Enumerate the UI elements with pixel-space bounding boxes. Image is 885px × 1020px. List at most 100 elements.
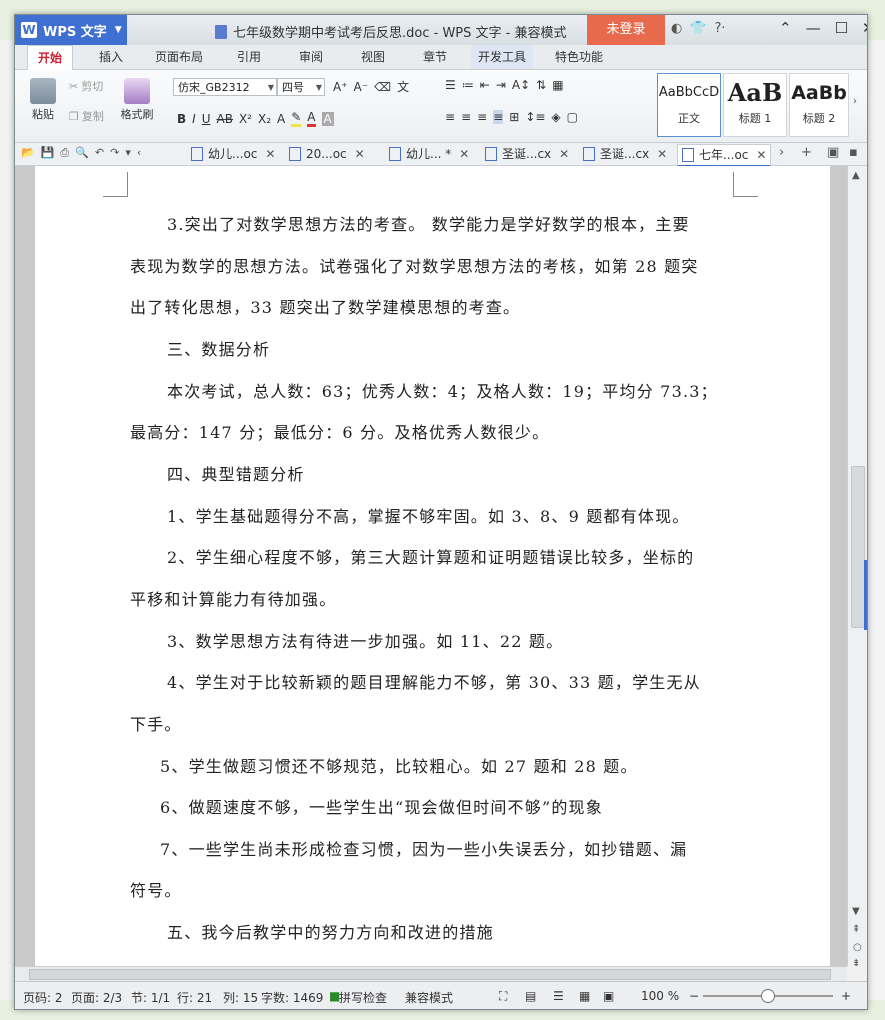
status-pages[interactable]: 页面: 2/3 (71, 989, 122, 1006)
close-button[interactable]: ✕ (862, 19, 867, 37)
text-effect-icon[interactable]: A (277, 112, 285, 126)
numbered-list-icon[interactable]: ≔ (462, 78, 474, 92)
border-icon[interactable]: ▢ (567, 110, 578, 124)
font-name-select[interactable]: 仿宋_GB2312 ▼ (173, 78, 277, 96)
sort-icon[interactable]: ⇅ (536, 78, 546, 92)
shading-icon[interactable]: ◈ (551, 110, 560, 124)
align-center-icon[interactable]: ≡ (461, 110, 471, 124)
doc-tab[interactable]: 圣诞...cx ✕ (583, 144, 667, 164)
cut-button[interactable]: ✂ 剪切 (69, 78, 103, 94)
status-column[interactable]: 列: 15 (223, 989, 258, 1006)
tab-review[interactable]: 审阅 (291, 45, 331, 69)
status-section[interactable]: 节: 1/1 (131, 989, 170, 1006)
doc-tab[interactable]: 圣诞...cx ✕ (485, 144, 569, 164)
tab-menu-icon[interactable]: ▪ (849, 145, 858, 160)
align-right-icon[interactable]: ≡ (477, 110, 487, 124)
document-page[interactable]: 3.突出了对数学思想方法的考查。 数学能力是学好数学的根本，主要 表现为数学的思… (35, 166, 830, 966)
format-painter-button[interactable]: 格式刷 (117, 78, 157, 122)
prev-page-icon[interactable]: ⇞ (852, 924, 860, 935)
bold-icon[interactable]: B (177, 112, 186, 126)
shirt-icon[interactable]: 👕 (690, 21, 706, 36)
open-icon[interactable]: 📂 (21, 146, 35, 160)
chevron-left-icon[interactable]: ‹ (137, 146, 141, 160)
tab-developer[interactable]: 开发工具 (471, 45, 533, 69)
close-icon[interactable]: ✕ (756, 145, 766, 165)
login-button[interactable]: 未登录 (587, 15, 665, 45)
zoom-out-icon[interactable]: − (689, 989, 699, 1003)
tab-view[interactable]: 视图 (353, 45, 393, 69)
tab-home[interactable]: 开始 (27, 45, 73, 71)
align-left-icon[interactable]: ≡ (445, 110, 455, 124)
status-mode[interactable]: 兼容模式 (405, 989, 453, 1006)
doc-tab[interactable]: 幼儿... * ✕ (389, 144, 469, 164)
tab-references[interactable]: 引用 (229, 45, 269, 69)
doc-tab-active[interactable]: 七年...oc ✕ (677, 144, 772, 167)
maximize-button[interactable]: ☐ (835, 19, 848, 37)
underline-icon[interactable]: U (202, 112, 211, 126)
app-menu-button[interactable]: W WPS 文字 ▼ (15, 15, 127, 45)
chevron-right-icon[interactable]: › (779, 145, 784, 160)
strikethrough-icon[interactable]: AB (217, 112, 233, 126)
minimize-button[interactable]: — (806, 19, 821, 37)
paste-button[interactable]: 粘贴 (23, 78, 63, 122)
close-icon[interactable]: ✕ (657, 144, 667, 164)
tab-chapter[interactable]: 章节 (415, 45, 455, 69)
copy-button[interactable]: ❐ 复制 (69, 108, 104, 124)
page-view-icon[interactable]: ▤ (525, 989, 536, 1003)
chevron-down-icon[interactable]: ▾ (125, 146, 131, 160)
skin-icon[interactable]: ◐ (671, 21, 682, 36)
close-icon[interactable]: ✕ (459, 144, 469, 164)
reading-view-icon[interactable]: ▣ (603, 989, 614, 1003)
char-shading-icon[interactable]: A (321, 111, 334, 126)
status-page-number[interactable]: 页码: 2 (23, 989, 63, 1006)
subscript-icon[interactable]: X₂ (258, 112, 271, 126)
undo-icon[interactable]: ↶ (95, 146, 104, 160)
fullscreen-icon[interactable]: ⛶ (499, 989, 507, 1004)
clear-format-icon[interactable]: ⌫ (374, 80, 391, 94)
status-word-count[interactable]: 字数: 1469 (261, 989, 323, 1006)
doc-tab[interactable]: 幼儿...oc ✕ (191, 144, 275, 164)
justify-icon[interactable]: ≡ (493, 110, 504, 124)
next-page-icon[interactable]: ⇟ (852, 958, 860, 969)
print-icon[interactable]: ⎙ (60, 146, 69, 160)
highlight-icon[interactable]: ✎ (291, 110, 302, 127)
preview-icon[interactable]: 🔍 (75, 146, 89, 160)
doc-tab[interactable]: 20...oc ✕ (289, 144, 365, 164)
shrink-font-icon[interactable]: A⁻ (354, 80, 369, 94)
bullet-list-icon[interactable]: ☰ (445, 78, 456, 92)
scroll-down-icon[interactable]: ▼ (852, 906, 860, 917)
table-grid-icon[interactable]: ▦ (552, 78, 563, 92)
tab-list-icon[interactable]: ▣ (827, 145, 839, 160)
italic-icon[interactable]: I (192, 112, 196, 126)
scroll-up-icon[interactable]: ▲ (852, 170, 860, 181)
status-zoom[interactable]: 100 % (641, 989, 679, 1003)
new-tab-icon[interactable]: + (801, 145, 812, 160)
increase-indent-icon[interactable]: ⇥ (496, 78, 506, 92)
status-line[interactable]: 行: 21 (177, 989, 212, 1006)
style-heading-2[interactable]: AaBb 标题 2 (789, 73, 849, 137)
tab-insert[interactable]: 插入 (91, 45, 131, 69)
close-icon[interactable]: ✕ (559, 144, 569, 164)
vertical-scroll-thumb[interactable] (851, 466, 865, 628)
horizontal-scroll-thumb[interactable] (29, 969, 831, 980)
web-view-icon[interactable]: ▦ (579, 989, 590, 1003)
superscript-icon[interactable]: X² (239, 112, 252, 126)
tab-features[interactable]: 特色功能 (549, 45, 609, 69)
side-panel-indicator[interactable] (864, 560, 867, 630)
zoom-in-icon[interactable]: + (841, 989, 851, 1003)
status-spellcheck[interactable]: 拼写检查 (339, 989, 387, 1006)
browse-object-icon[interactable]: ○ (853, 942, 862, 953)
redo-icon[interactable]: ↷ (110, 146, 119, 160)
font-size-select[interactable]: 四号 ▼ (277, 78, 325, 96)
outline-view-icon[interactable]: ☰ (553, 989, 564, 1003)
style-heading-1[interactable]: AaB 标题 1 (723, 73, 787, 137)
help-icon[interactable]: ?· (715, 21, 726, 36)
save-icon[interactable]: 💾 (41, 146, 55, 160)
phonetic-icon[interactable]: 文 (397, 78, 409, 95)
close-icon[interactable]: ✕ (355, 144, 365, 164)
style-normal[interactable]: AaBbCcD 正文 (657, 73, 721, 137)
collapse-ribbon-icon[interactable]: ⌃ (779, 19, 792, 37)
line-spacing-icon[interactable]: ↕≡ (525, 110, 545, 124)
text-direction-icon[interactable]: A↕ (512, 78, 530, 92)
tab-page-layout[interactable]: 页面布局 (149, 45, 209, 69)
